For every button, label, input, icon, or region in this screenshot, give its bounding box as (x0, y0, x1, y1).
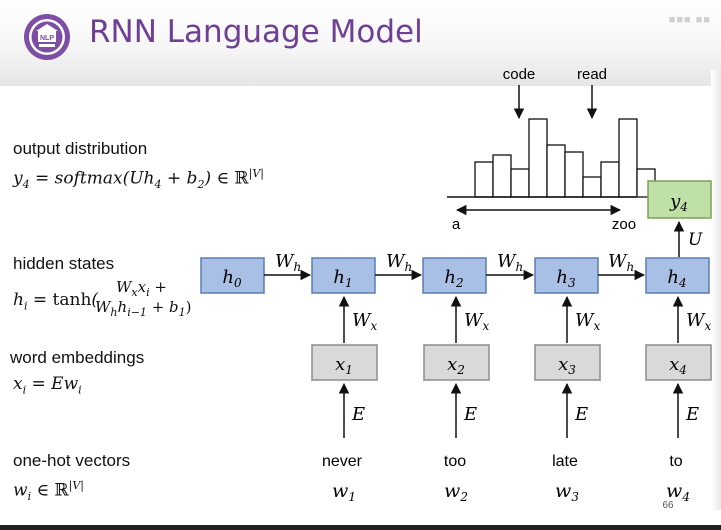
word-4: to (669, 453, 682, 470)
weight-Wx-label-3: Wx (575, 310, 601, 333)
output-histogram (474, 118, 656, 198)
page-number: 66 (662, 500, 674, 511)
histogram-bar (474, 161, 494, 198)
word-2: too (444, 453, 466, 470)
histogram-bar (492, 154, 512, 198)
weight-Wh-label-1: Wh (275, 251, 301, 274)
weight-E-label-2: E (463, 404, 477, 425)
histogram-bar (582, 176, 602, 198)
rnn-diagram: a zoo code read y4 U h0 h1 h2 h3 h4 Wh W… (200, 66, 712, 511)
histogram-bar (510, 168, 530, 198)
histogram-bar (564, 151, 584, 198)
weight-Wx-label-2: Wx (464, 310, 490, 333)
weight-Wx-label-4: Wx (686, 310, 712, 333)
histogram-bar (528, 118, 548, 198)
histogram-bar (600, 161, 620, 198)
weight-E-label-4: E (685, 404, 699, 425)
weight-Wx-label-1: Wx (352, 310, 378, 333)
input-embedding-row: x1 x2 x3 x4 (311, 344, 712, 381)
embedding-arrows: E E E E (338, 382, 699, 438)
input-to-hidden-arrows: Wx Wx Wx Wx (338, 295, 712, 343)
annotation-code: code (503, 66, 536, 83)
annotation-read: read (577, 66, 607, 83)
word-1: never (322, 453, 363, 470)
word-var-w3: w3 (555, 480, 579, 504)
histogram-bar (546, 144, 566, 198)
word-3: late (552, 453, 578, 470)
vocab-end-label: zoo (612, 216, 636, 233)
word-var-w2: w2 (444, 480, 468, 504)
word-var-w1: w1 (332, 480, 356, 504)
weight-E-label-3: E (574, 404, 588, 425)
weight-Wh-label-4: Wh (608, 251, 634, 274)
bottom-border (0, 525, 721, 530)
weight-Wh-label-3: Wh (497, 251, 523, 274)
weight-U-label: U (688, 230, 703, 250)
input-words: never too late to w1 w2 w3 w4 (322, 453, 690, 504)
weight-E-label-1: E (351, 404, 365, 425)
weight-Wh-label-2: Wh (386, 251, 412, 274)
vocab-start-label: a (452, 216, 461, 233)
histogram-bar (618, 118, 638, 198)
